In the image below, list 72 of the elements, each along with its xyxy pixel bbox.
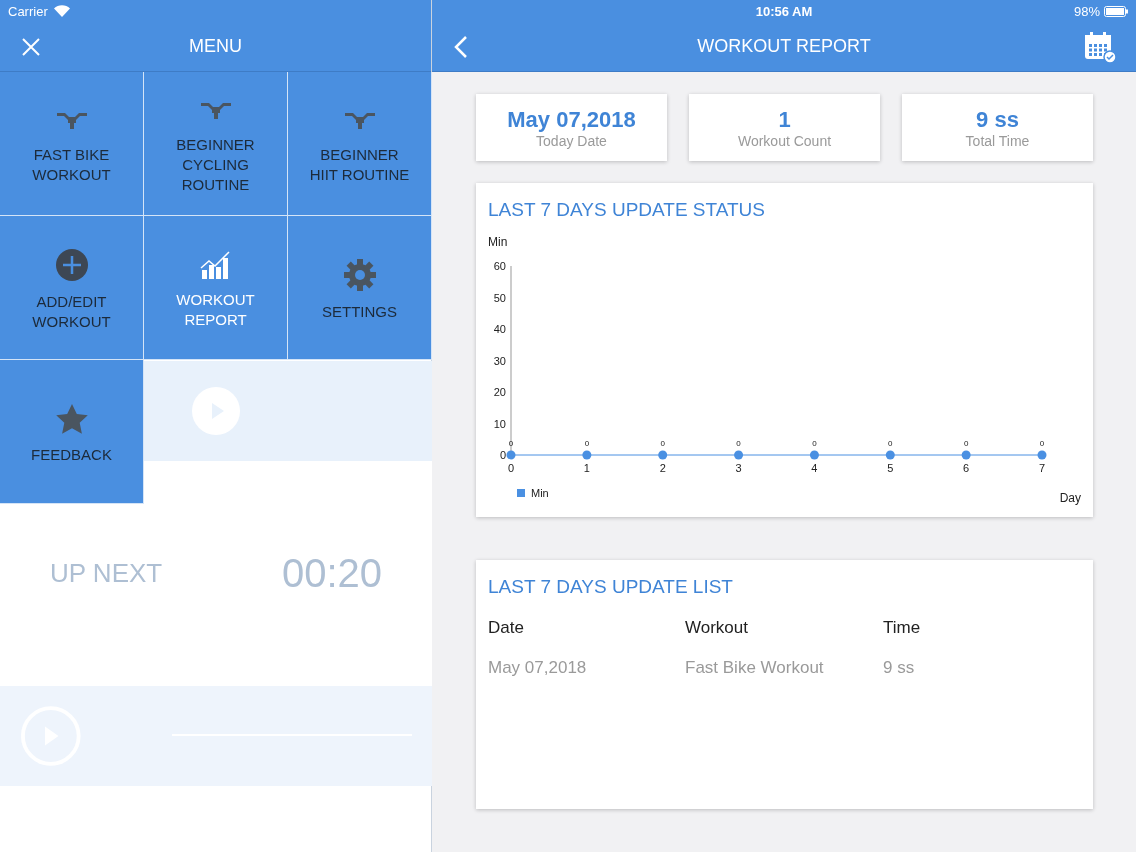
- plus-icon: [54, 247, 89, 282]
- chart-point: [506, 450, 516, 460]
- data-label: 0: [963, 439, 969, 448]
- legend-swatch: [517, 489, 525, 497]
- menu-tile[interactable]: WORKOUT REPORT: [144, 216, 288, 360]
- chart-point: [809, 450, 819, 460]
- axis-title: Day: [1059, 491, 1081, 505]
- axis-tick-label: 20: [493, 386, 506, 398]
- menu-tile[interactable]: BEGINNER CYCLING ROUTINE: [144, 72, 288, 216]
- close-icon[interactable]: [22, 37, 40, 56]
- legend-label: Min: [531, 487, 549, 499]
- bar-chart-icon: [199, 249, 232, 280]
- back-icon[interactable]: [454, 34, 468, 59]
- axis-title: Min: [488, 235, 508, 249]
- menu-title: MENU: [189, 36, 242, 57]
- chart-point: [961, 450, 971, 460]
- chart-point: [885, 450, 895, 460]
- table-cell-text: 9 ss: [883, 658, 916, 678]
- data-label: 0: [660, 439, 665, 448]
- stat-value: 1: [778, 106, 791, 133]
- data-label: 0: [888, 439, 893, 448]
- table-cell-text: Fast Bike Workout: [685, 658, 825, 678]
- stat-label: Workout Count: [737, 132, 832, 149]
- stat-label: Total Time: [965, 132, 1030, 149]
- axis-tick-label: 40: [493, 323, 506, 335]
- column-header: Workout: [685, 618, 749, 638]
- gear-icon: [342, 257, 377, 292]
- data-label: 0: [508, 439, 514, 448]
- battery-icon: [1104, 5, 1128, 17]
- table-cell-text: May 07,2018: [488, 658, 588, 678]
- axis-tick-label: 50: [493, 291, 506, 304]
- menu-tile[interactable]: SETTINGS: [288, 216, 432, 360]
- data-label: 0: [812, 439, 817, 448]
- menu-tile[interactable]: BEGINNER HIIT ROUTINE: [288, 72, 432, 216]
- wifi-icon: [53, 5, 70, 17]
- chart-point: [582, 450, 592, 460]
- axis-tick-label: 60: [493, 260, 506, 272]
- axis-tick-label: 7: [1038, 462, 1046, 474]
- next-timer: 00:20: [281, 551, 382, 596]
- menu-tile[interactable]: FEEDBACK: [0, 360, 144, 504]
- menu-tile[interactable]: FAST BIKE WORKOUT: [0, 72, 144, 216]
- column-header: Date: [488, 618, 525, 638]
- axis-tick-label: 3: [735, 462, 742, 474]
- card-title: LAST 7 DAYS UPDATE STATUS: [487, 198, 766, 221]
- star-icon: [54, 402, 89, 435]
- data-label: 0: [1039, 439, 1045, 448]
- menu-tile[interactable]: ADD/EDIT WORKOUT: [0, 216, 144, 360]
- axis-tick-label: 1: [583, 462, 590, 474]
- card-title: LAST 7 DAYS UPDATE LIST: [487, 575, 734, 598]
- up-next-label: UP NEXT: [50, 558, 163, 589]
- chart-point: [658, 450, 668, 460]
- clock-label: 10:56 AM: [755, 3, 813, 19]
- axis-tick-label: 30: [493, 354, 506, 367]
- carrier-label: Carrier: [8, 3, 48, 19]
- calendar-icon[interactable]: [1084, 30, 1116, 63]
- stat-value: 9 ss: [976, 106, 1019, 133]
- stat-value: May 07,2018: [507, 106, 636, 133]
- data-label: 0: [584, 439, 590, 448]
- screen-title: WORKOUT REPORT: [697, 36, 871, 57]
- axis-tick-label: 4: [811, 462, 818, 474]
- axis-tick-label: 0: [507, 462, 515, 474]
- axis-tick-label: 2: [659, 462, 666, 474]
- axis-tick-label: 6: [963, 462, 970, 474]
- axis-tick-label: 10: [493, 417, 506, 430]
- battery-label: 98%: [1073, 3, 1100, 19]
- chart-point: [734, 450, 744, 460]
- column-header: Time: [883, 618, 922, 638]
- stat-label: Today Date: [536, 132, 607, 149]
- chart-point: [1037, 450, 1047, 460]
- data-label: 0: [736, 439, 741, 448]
- axis-tick-label: 5: [887, 462, 894, 474]
- axis-tick-label: 0: [499, 449, 506, 461]
